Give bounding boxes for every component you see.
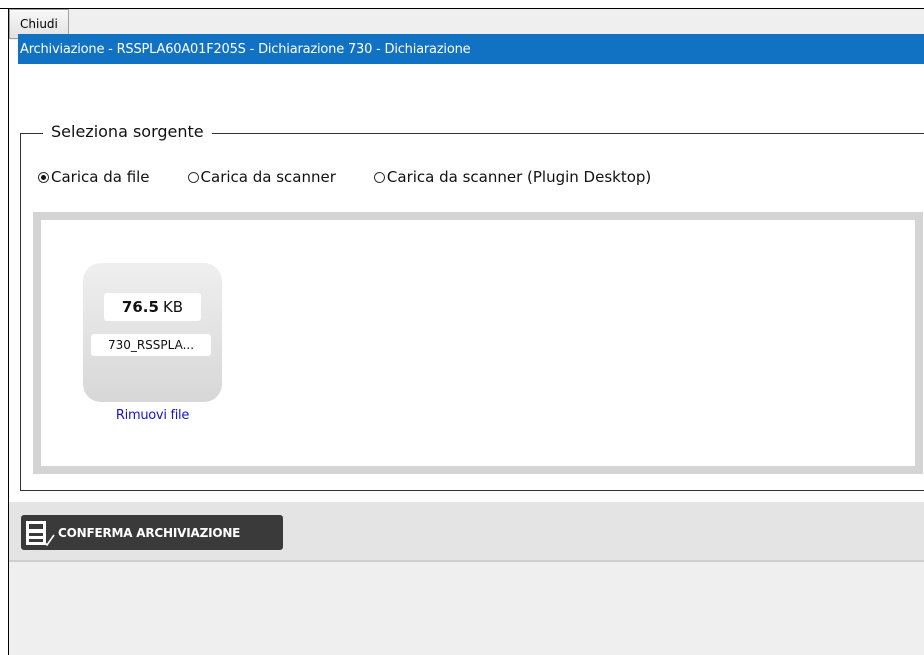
radio-upload-file-label: Carica da file [51, 168, 150, 186]
radio-unchecked-icon[interactable] [187, 171, 199, 183]
confirm-archive-button[interactable]: CONFERMA ARCHIVIAZIONE [21, 515, 283, 550]
file-size-unit: KB [162, 298, 184, 316]
radio-unchecked-icon[interactable] [373, 171, 385, 183]
file-drop-frame: 76.5 KB 730_RSSPLA... Rimuovi file [33, 212, 923, 474]
action-bar: CONFERMA ARCHIVIAZIONE [9, 502, 924, 562]
file-size-value: 76.5 [121, 298, 159, 316]
source-legend: Seleziona sorgente [43, 122, 212, 141]
radio-scanner[interactable]: Carica da scanner [187, 168, 336, 186]
radio-scanner-label: Carica da scanner [200, 168, 336, 186]
source-radio-group: Carica da file Carica da scanner Carica … [38, 168, 689, 186]
file-size: 76.5 KB [104, 293, 201, 321]
dialog-content: Chiudi Archiviazione - RSSPLA60A01F205S … [9, 9, 924, 655]
file-preview-card: 76.5 KB 730_RSSPLA... [83, 263, 222, 402]
remove-file-link[interactable]: Rimuovi file [83, 408, 222, 423]
confirm-archive-label: CONFERMA ARCHIVIAZIONE [58, 525, 241, 540]
radio-upload-file[interactable]: Carica da file [38, 168, 150, 186]
page: Chiudi Archiviazione - RSSPLA60A01F205S … [0, 0, 924, 655]
dialog-title: Archiviazione - RSSPLA60A01F205S - Dichi… [18, 34, 924, 64]
file-name: 730_RSSPLA... [91, 334, 211, 356]
radio-scanner-plugin[interactable]: Carica da scanner (Plugin Desktop) [373, 168, 652, 186]
radio-checked-icon[interactable] [38, 171, 49, 183]
file-drop-area[interactable]: 76.5 KB 730_RSSPLA... Rimuovi file [41, 220, 915, 466]
archive-save-icon [26, 520, 55, 546]
radio-scanner-plugin-label: Carica da scanner (Plugin Desktop) [386, 168, 652, 186]
